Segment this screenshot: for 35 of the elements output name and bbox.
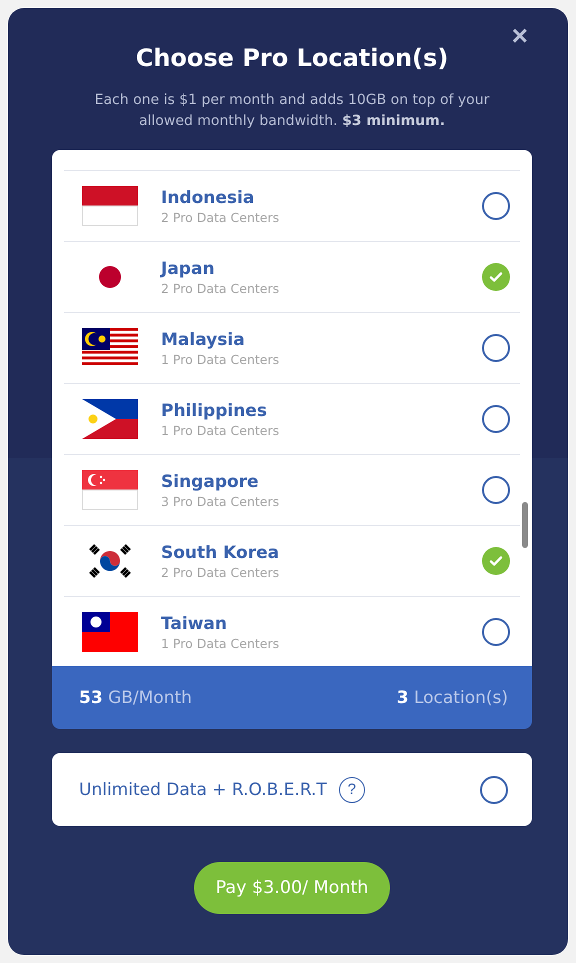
country-name: Philippines bbox=[161, 400, 268, 420]
data-center-count: 2 Pro Data Centers bbox=[161, 210, 280, 224]
country-name: Malaysia bbox=[161, 330, 246, 350]
select-radio[interactable] bbox=[482, 547, 510, 575]
flag-icon bbox=[82, 186, 138, 226]
select-radio[interactable] bbox=[482, 618, 510, 646]
select-radio[interactable] bbox=[482, 334, 510, 362]
option-radio[interactable] bbox=[480, 776, 508, 804]
data-center-count: 1 Pro Data Centers bbox=[161, 636, 280, 650]
location-count: 3 Location(s) bbox=[396, 688, 508, 708]
scrollbar-thumb[interactable] bbox=[522, 502, 528, 548]
modal-title: Choose Pro Location(s) bbox=[136, 44, 448, 72]
bandwidth-total: 53 GB/Month bbox=[79, 688, 192, 708]
flag-icon bbox=[82, 470, 138, 510]
country-name: Japan bbox=[161, 258, 216, 278]
data-center-count: 2 Pro Data Centers bbox=[161, 564, 280, 580]
select-radio[interactable] bbox=[482, 405, 510, 433]
data-center-count: 3 Pro Data Centers bbox=[161, 494, 280, 508]
country-name: Singapore bbox=[161, 472, 260, 492]
flag-icon bbox=[82, 612, 138, 652]
close-button[interactable]: × bbox=[512, 22, 528, 50]
data-center-count: 1 Pro Data Centers bbox=[161, 422, 280, 438]
help-button[interactable]: ? bbox=[338, 776, 365, 802]
select-radio[interactable] bbox=[482, 192, 510, 220]
country-name: South Korea bbox=[161, 542, 280, 562]
country-name: Taiwan bbox=[161, 614, 228, 634]
select-radio[interactable] bbox=[482, 476, 510, 504]
modal-description: Each one is $1 per month and adds 10GB on top of your allowed monthly bandwidth. $3 minimum. bbox=[94, 91, 490, 131]
option-label: Unlimited Data + R.O.B.E.R.T bbox=[79, 780, 327, 800]
country-name: Indonesia bbox=[161, 188, 256, 208]
select-radio[interactable] bbox=[482, 263, 510, 291]
flag-icon bbox=[82, 399, 138, 439]
data-center-count: 1 Pro Data Centers bbox=[161, 352, 280, 366]
flag-icon bbox=[82, 328, 138, 368]
data-center-count: 2 Pro Data Centers bbox=[161, 280, 280, 296]
